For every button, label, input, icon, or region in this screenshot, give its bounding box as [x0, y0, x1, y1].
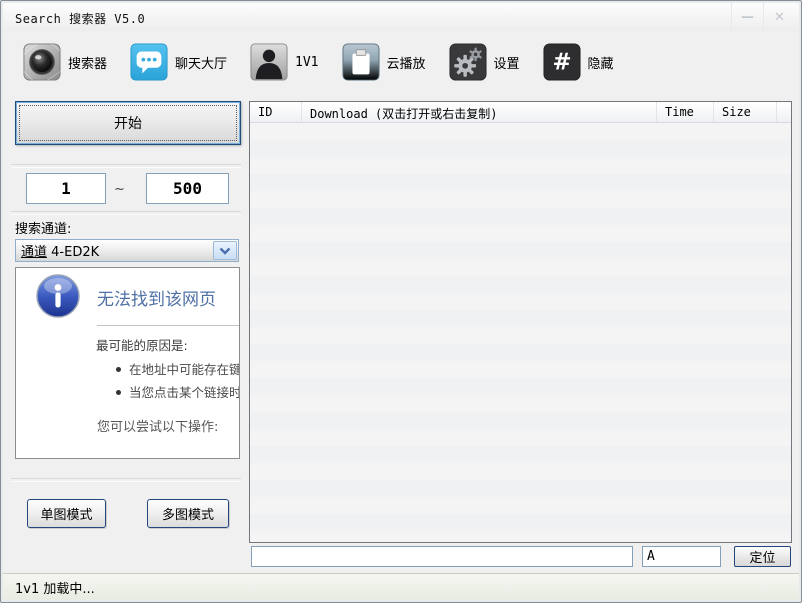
toolbar-item-label: 云播放 [387, 53, 426, 72]
camera-icon [23, 43, 61, 81]
column-header-time[interactable]: Time [657, 102, 714, 122]
toolbar-item-cloud-play[interactable]: 云播放 [342, 43, 426, 81]
toolbar-item-label: 隐藏 [588, 53, 614, 72]
error-try-label: 您可以尝试以下操作: [97, 416, 218, 435]
chat-icon [130, 43, 168, 81]
minimize-icon: — [741, 10, 754, 25]
dropdown-arrow-button[interactable] [213, 241, 237, 260]
error-reason-label: 最可能的原因是: [96, 335, 188, 354]
range-to-input[interactable] [146, 173, 229, 204]
single-image-mode-button[interactable]: 单图模式 [27, 499, 106, 528]
toolbar-item-search[interactable]: 搜索器 [23, 43, 107, 81]
column-header-download[interactable]: Download (双击打开或右击复制) [302, 102, 657, 122]
channel-label: 搜索通道: [15, 218, 71, 237]
close-button[interactable]: ✕ [763, 3, 795, 31]
error-bullet: 当您点击某个链接时，它可能已过期。 [116, 381, 240, 404]
app-window: Search 搜索器 V5.0 — ✕ [0, 0, 802, 603]
divider [11, 164, 241, 168]
error-bullet: 在地址中可能存在键入错误。 [116, 358, 240, 381]
hash-icon: # [543, 43, 581, 81]
error-page-title: 无法找到该网页 [97, 285, 216, 310]
chevron-down-icon [219, 247, 231, 255]
titlebar[interactable]: Search 搜索器 V5.0 — ✕ [3, 3, 799, 31]
window-controls: — ✕ [731, 3, 795, 31]
multi-image-mode-button[interactable]: 多图模式 [147, 499, 229, 528]
toolbar-item-settings[interactable]: 设置 [449, 43, 520, 81]
bullet-icon [116, 390, 121, 395]
results-listview[interactable]: ID Download (双击打开或右击复制) Time Size [249, 101, 792, 543]
toolbar-item-label: 设置 [494, 53, 520, 72]
column-header-id[interactable]: ID [250, 102, 302, 122]
close-icon: ✕ [774, 10, 785, 25]
column-header-filler [777, 102, 791, 122]
toolbar-item-label: 搜索器 [68, 53, 107, 72]
status-text: 1v1 加载中... [15, 578, 95, 597]
bullet-icon [116, 367, 121, 372]
toolbar-item-chat-hall[interactable]: 聊天大厅 [130, 43, 227, 81]
minimize-button[interactable]: — [731, 3, 763, 31]
gears-icon [449, 43, 487, 81]
toolbar-item-label: 聊天大厅 [175, 53, 227, 72]
person-icon [250, 43, 288, 81]
svg-text:#: # [552, 50, 571, 76]
toolbar-item-1v1[interactable]: 1V1 [250, 43, 318, 81]
search-input[interactable] [251, 546, 633, 567]
toolbar-item-hide[interactable]: # 隐藏 [543, 43, 614, 81]
toolbar-item-label: 1V1 [295, 55, 318, 70]
column-header-size[interactable]: Size [714, 102, 777, 122]
channel-selected-value: 通道 4-ED2K [16, 241, 213, 260]
start-button[interactable]: 开始 [15, 101, 241, 145]
start-button-label: 开始 [114, 113, 142, 133]
divider [11, 478, 241, 482]
browser-error-panel: 无法找到该网页 最可能的原因是: 在地址中可能存在键入错误。 当您点击某个链接时… [15, 267, 240, 459]
list-header: ID Download (双击打开或右击复制) Time Size [250, 102, 791, 123]
toolbar: 搜索器 聊天大厅 [23, 41, 637, 83]
locate-button[interactable]: 定位 [734, 546, 791, 567]
list-body-empty[interactable] [250, 123, 791, 542]
error-bullet-list: 在地址中可能存在键入错误。 当您点击某个链接时，它可能已过期。 [116, 358, 240, 404]
range-separator: ~ [114, 182, 125, 197]
range-from-input[interactable] [26, 173, 106, 204]
status-bar: 1v1 加载中... [3, 573, 799, 600]
window-title: Search 搜索器 V5.0 [15, 10, 145, 27]
info-icon [35, 273, 81, 319]
clipboard-icon [342, 43, 380, 81]
divider [11, 211, 241, 215]
letter-input[interactable] [642, 546, 721, 567]
channel-dropdown[interactable]: 通道 4-ED2K [15, 239, 239, 262]
error-divider [97, 325, 240, 326]
